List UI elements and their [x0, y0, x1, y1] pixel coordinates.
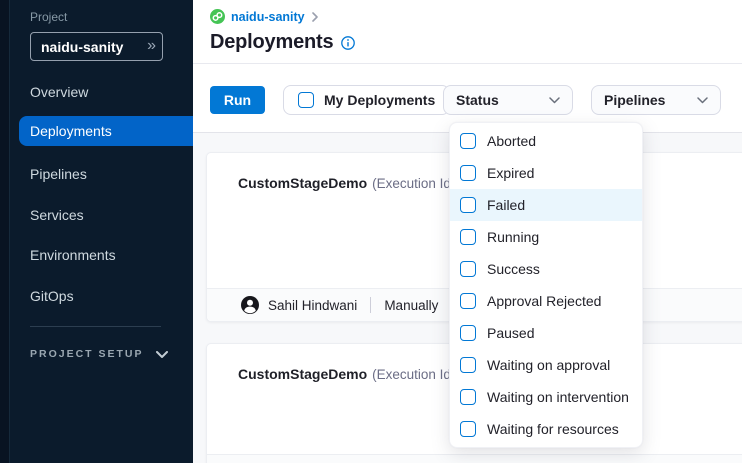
checkbox-icon[interactable] [298, 92, 314, 108]
checkbox-icon[interactable] [460, 229, 476, 245]
sidebar-item-label: Deployments [30, 123, 112, 139]
chevron-down-icon [156, 351, 168, 358]
menu-item-waiting-for-resources[interactable]: Waiting for resources [450, 413, 642, 445]
menu-item-aborted[interactable]: Aborted [450, 125, 642, 157]
trigger-type: Manually [384, 298, 438, 313]
menu-item-label: Success [487, 261, 540, 277]
sidebar: Project naidu-sanity » Overview Deployme… [0, 0, 193, 463]
menu-item-expired[interactable]: Expired [450, 157, 642, 189]
menu-item-label: Waiting on approval [487, 357, 610, 373]
sidebar-item-label: Pipelines [30, 166, 87, 182]
double-chevron-right-icon[interactable]: » [147, 38, 153, 56]
sidebar-item-pipelines[interactable]: Pipelines [0, 160, 193, 188]
checkbox-icon[interactable] [460, 357, 476, 373]
pipelines-dropdown-label: Pipelines [604, 92, 665, 108]
sidebar-item-label: Services [30, 207, 84, 223]
sidebar-item-overview[interactable]: Overview [0, 78, 193, 106]
execution-id: (Execution Id [372, 176, 451, 191]
chevron-right-icon [312, 12, 318, 22]
checkbox-icon[interactable] [460, 261, 476, 277]
status-filter-dropdown[interactable]: Status [443, 85, 573, 115]
breadcrumb: naidu-sanity [210, 9, 318, 24]
deployment-card-footer [207, 454, 742, 463]
triggered-by: Sahil Hindwani [268, 298, 357, 313]
my-deployments-label: My Deployments [324, 92, 435, 108]
run-button[interactable]: Run [210, 86, 265, 114]
info-icon[interactable] [341, 36, 355, 50]
menu-item-waiting-on-approval[interactable]: Waiting on approval [450, 349, 642, 381]
menu-item-label: Expired [487, 165, 534, 181]
checkbox-icon[interactable] [460, 389, 476, 405]
sidebar-item-gitops[interactable]: GitOps [0, 282, 193, 310]
menu-item-waiting-on-intervention[interactable]: Waiting on intervention [450, 381, 642, 413]
checkbox-icon[interactable] [460, 197, 476, 213]
status-dropdown-label: Status [456, 92, 499, 108]
menu-item-label: Waiting on intervention [487, 389, 629, 405]
deployment-title-row: CustomStageDemo (Execution Id [238, 175, 451, 191]
menu-item-success[interactable]: Success [450, 253, 642, 285]
checkbox-icon[interactable] [460, 293, 476, 309]
menu-item-failed[interactable]: Failed [450, 189, 642, 221]
project-name: naidu-sanity [41, 39, 147, 55]
project-label: Project [30, 10, 67, 24]
deployment-title-row: CustomStageDemo (Execution Id [238, 366, 451, 382]
my-deployments-filter[interactable]: My Deployments [283, 85, 450, 115]
chevron-down-icon [549, 97, 560, 104]
page-title: Deployments [210, 31, 333, 54]
pipeline-name: CustomStageDemo [238, 175, 367, 191]
menu-item-label: Failed [487, 197, 525, 213]
menu-item-approval-rejected[interactable]: Approval Rejected [450, 285, 642, 317]
sidebar-item-label: Overview [30, 84, 88, 100]
breadcrumb-project-link[interactable]: naidu-sanity [231, 10, 305, 24]
menu-item-label: Waiting for resources [487, 421, 619, 437]
user-avatar-icon [241, 296, 259, 314]
separator [370, 297, 371, 313]
sidebar-item-label: Environments [30, 247, 116, 263]
menu-item-paused[interactable]: Paused [450, 317, 642, 349]
checkbox-icon[interactable] [460, 165, 476, 181]
sidebar-item-environments[interactable]: Environments [0, 241, 193, 269]
page-header: naidu-sanity Deployments [193, 0, 742, 64]
menu-item-running[interactable]: Running [450, 221, 642, 253]
checkbox-icon[interactable] [460, 133, 476, 149]
sidebar-rail [0, 0, 10, 463]
menu-item-label: Running [487, 229, 539, 245]
title-row: Deployments [210, 31, 355, 54]
sidebar-item-label: GitOps [30, 288, 74, 304]
checkbox-icon[interactable] [460, 421, 476, 437]
status-filter-menu: Aborted Expired Failed Running Success A… [449, 122, 643, 448]
checkbox-icon[interactable] [460, 325, 476, 341]
menu-item-label: Paused [487, 325, 534, 341]
menu-item-label: Aborted [487, 133, 536, 149]
pipeline-name: CustomStageDemo [238, 366, 367, 382]
sidebar-item-deployments[interactable]: Deployments [19, 116, 193, 146]
execution-id: (Execution Id [372, 367, 451, 382]
pipelines-filter-dropdown[interactable]: Pipelines [591, 85, 721, 115]
project-selector[interactable]: naidu-sanity » [30, 32, 163, 61]
project-setup-toggle[interactable]: PROJECT SETUP [30, 348, 168, 360]
menu-item-label: Approval Rejected [487, 293, 601, 309]
cd-module-icon [210, 9, 225, 24]
sidebar-item-services[interactable]: Services [0, 201, 193, 229]
chevron-down-icon [697, 97, 708, 104]
project-setup-label: PROJECT SETUP [30, 348, 144, 360]
sidebar-divider [30, 326, 161, 327]
